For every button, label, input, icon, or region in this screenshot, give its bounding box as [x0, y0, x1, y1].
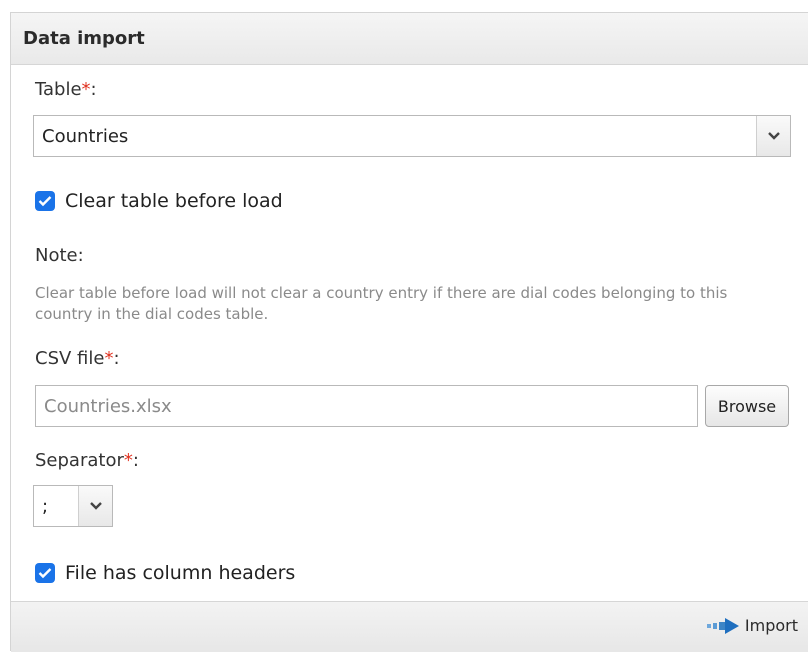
browse-button[interactable]: Browse — [705, 385, 789, 427]
table-label: Table*: — [35, 79, 97, 100]
required-mark: * — [123, 450, 133, 471]
csv-label-text: CSV file — [35, 348, 105, 369]
label-colon: : — [132, 450, 139, 471]
panel-header: Data import — [11, 13, 808, 65]
import-label: Import — [744, 616, 798, 635]
label-colon: : — [90, 79, 97, 100]
required-mark: * — [81, 79, 91, 100]
import-button[interactable]: Import — [705, 616, 798, 635]
csv-file-input[interactable]: Countries.xlsx — [35, 385, 698, 427]
table-select[interactable]: Countries — [33, 115, 791, 157]
chevron-down-icon[interactable] — [756, 116, 790, 156]
panel-footer: Import — [11, 601, 808, 652]
table-select-value: Countries — [42, 125, 129, 147]
panel-title: Data import — [23, 28, 145, 49]
column-headers-checkbox[interactable] — [35, 563, 55, 583]
table-label-text: Table — [35, 79, 82, 100]
arrow-right-icon — [706, 617, 739, 634]
separator-label-text: Separator — [35, 450, 124, 471]
column-headers-row: File has column headers — [35, 562, 295, 584]
clear-table-row: Clear table before load — [35, 190, 283, 212]
separator-select[interactable]: ; — [33, 485, 113, 527]
column-headers-label[interactable]: File has column headers — [65, 562, 295, 584]
label-colon: : — [113, 348, 120, 369]
checkmark-icon — [38, 568, 52, 579]
separator-label: Separator*: — [35, 450, 139, 471]
checkmark-icon — [38, 196, 52, 207]
note-text: Clear table before load will not clear a… — [35, 284, 728, 323]
csv-file-label: CSV file*: — [35, 348, 120, 369]
note-label: Note: — [35, 245, 84, 266]
clear-table-label[interactable]: Clear table before load — [65, 190, 283, 212]
separator-select-value: ; — [42, 495, 49, 517]
data-import-panel: Data import Table*: Countries Clear tabl… — [10, 12, 808, 652]
chevron-down-icon[interactable] — [78, 486, 112, 526]
clear-table-checkbox[interactable] — [35, 191, 55, 211]
panel-body: Table*: Countries Clear table before loa… — [11, 65, 808, 601]
